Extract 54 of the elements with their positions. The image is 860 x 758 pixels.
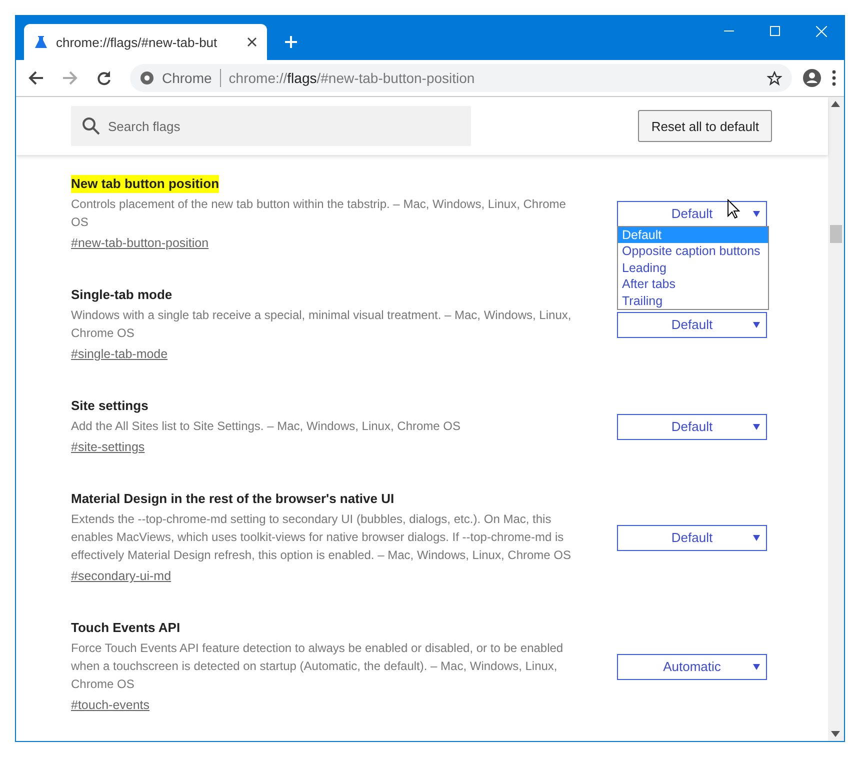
flag-description: Extends the --top-chrome-md setting to secondary UI (bubbles, dialogs, etc.). On Mac, this enables MacViews, which uses toolkit-views for native browser dialogs. If --top-chrome-md is effectively Material Design refresh, this option is enabled. – Mac, Windows, Linux, Chrome OS	[71, 511, 572, 564]
profile-icon[interactable]	[802, 68, 822, 88]
flag-link[interactable]: #new-tab-button-position	[71, 234, 209, 252]
flag-title: Single-tab mode	[71, 286, 172, 304]
scroll-down-icon[interactable]	[831, 731, 840, 737]
site-info-icon[interactable]	[140, 71, 154, 85]
flag-link[interactable]: #secondary-ui-md	[71, 567, 172, 585]
dropdown-option[interactable]: Trailing	[618, 292, 768, 309]
scrollbar[interactable]	[828, 97, 844, 741]
reset-button[interactable]: Reset all to default	[638, 110, 772, 142]
flag-dropdown[interactable]: Default	[617, 524, 767, 550]
flag-link[interactable]: #touch-events	[71, 696, 150, 714]
url-text: chrome://flags/#new-tab-button-position	[228, 70, 476, 86]
dropdown-option[interactable]: Leading	[618, 260, 768, 276]
address-bar[interactable]: Chrome chrome://flags/#new-tab-button-position	[130, 64, 792, 92]
flag-dropdown[interactable]: Automatic	[617, 654, 767, 680]
flag-dropdown[interactable]: Default	[617, 312, 767, 338]
flag-title: New tab button position	[71, 175, 220, 193]
dropdown-option[interactable]: After tabs	[618, 276, 768, 292]
caret-icon	[753, 534, 760, 540]
flag-link[interactable]: #single-tab-mode	[71, 345, 168, 363]
browser-tab[interactable]: chrome://flags/#new-tab-but	[24, 24, 267, 60]
tab-title: chrome://flags/#new-tab-but	[56, 34, 218, 50]
scroll-up-icon[interactable]	[831, 101, 840, 107]
maximize-icon	[770, 26, 780, 36]
flag-description: Controls placement of the new tab button within the tabstrip. – Mac, Windows, Linux, Chrome OS	[71, 196, 567, 231]
flag-dropdown[interactable]: Default	[617, 200, 767, 226]
flag-title: Site settings	[71, 397, 148, 415]
caret-icon	[753, 210, 760, 216]
bookmark-star-icon[interactable]	[767, 70, 782, 86]
plus-icon	[284, 35, 298, 49]
close-icon[interactable]	[247, 37, 257, 47]
scroll-thumb[interactable]	[830, 225, 842, 243]
flag-description: Windows with a single tab receive a special, minimal visual treatment. – Mac, Windows, Linux, Chrome OS	[71, 307, 572, 342]
flag-description: Add the All Sites list to Site Settings. – Mac, Windows, Linux, Chrome OS	[71, 418, 462, 435]
dropdown-option[interactable]: Opposite caption buttons	[618, 243, 768, 260]
close-icon	[816, 26, 826, 36]
flask-icon	[34, 35, 48, 49]
caret-icon	[753, 322, 760, 328]
site-label: Chrome	[162, 70, 212, 86]
back-arrow-icon	[28, 70, 44, 86]
mouse-cursor-icon	[727, 198, 740, 218]
forward-arrow-icon	[62, 70, 78, 86]
flag-description: Force Touch Events API feature detection to always be enabled or disabled, or to be enabled when a touchscreen is detected on startup (Automatic, the default). – Mac, Windows, Linux, Chrome OS	[71, 640, 564, 693]
caret-icon	[753, 664, 760, 670]
flag-link[interactable]: #site-settings	[71, 438, 145, 456]
reload-icon	[96, 70, 112, 86]
caret-icon	[753, 424, 760, 430]
search-field[interactable]: Search flags	[71, 106, 471, 146]
flag-title: Touch Events API	[71, 619, 180, 637]
flag-dropdown[interactable]: Default	[617, 414, 767, 440]
search-icon	[82, 117, 100, 135]
menu-icon[interactable]	[832, 70, 836, 86]
flag-title: Material Design in the rest of the browser's native UI	[71, 490, 394, 508]
